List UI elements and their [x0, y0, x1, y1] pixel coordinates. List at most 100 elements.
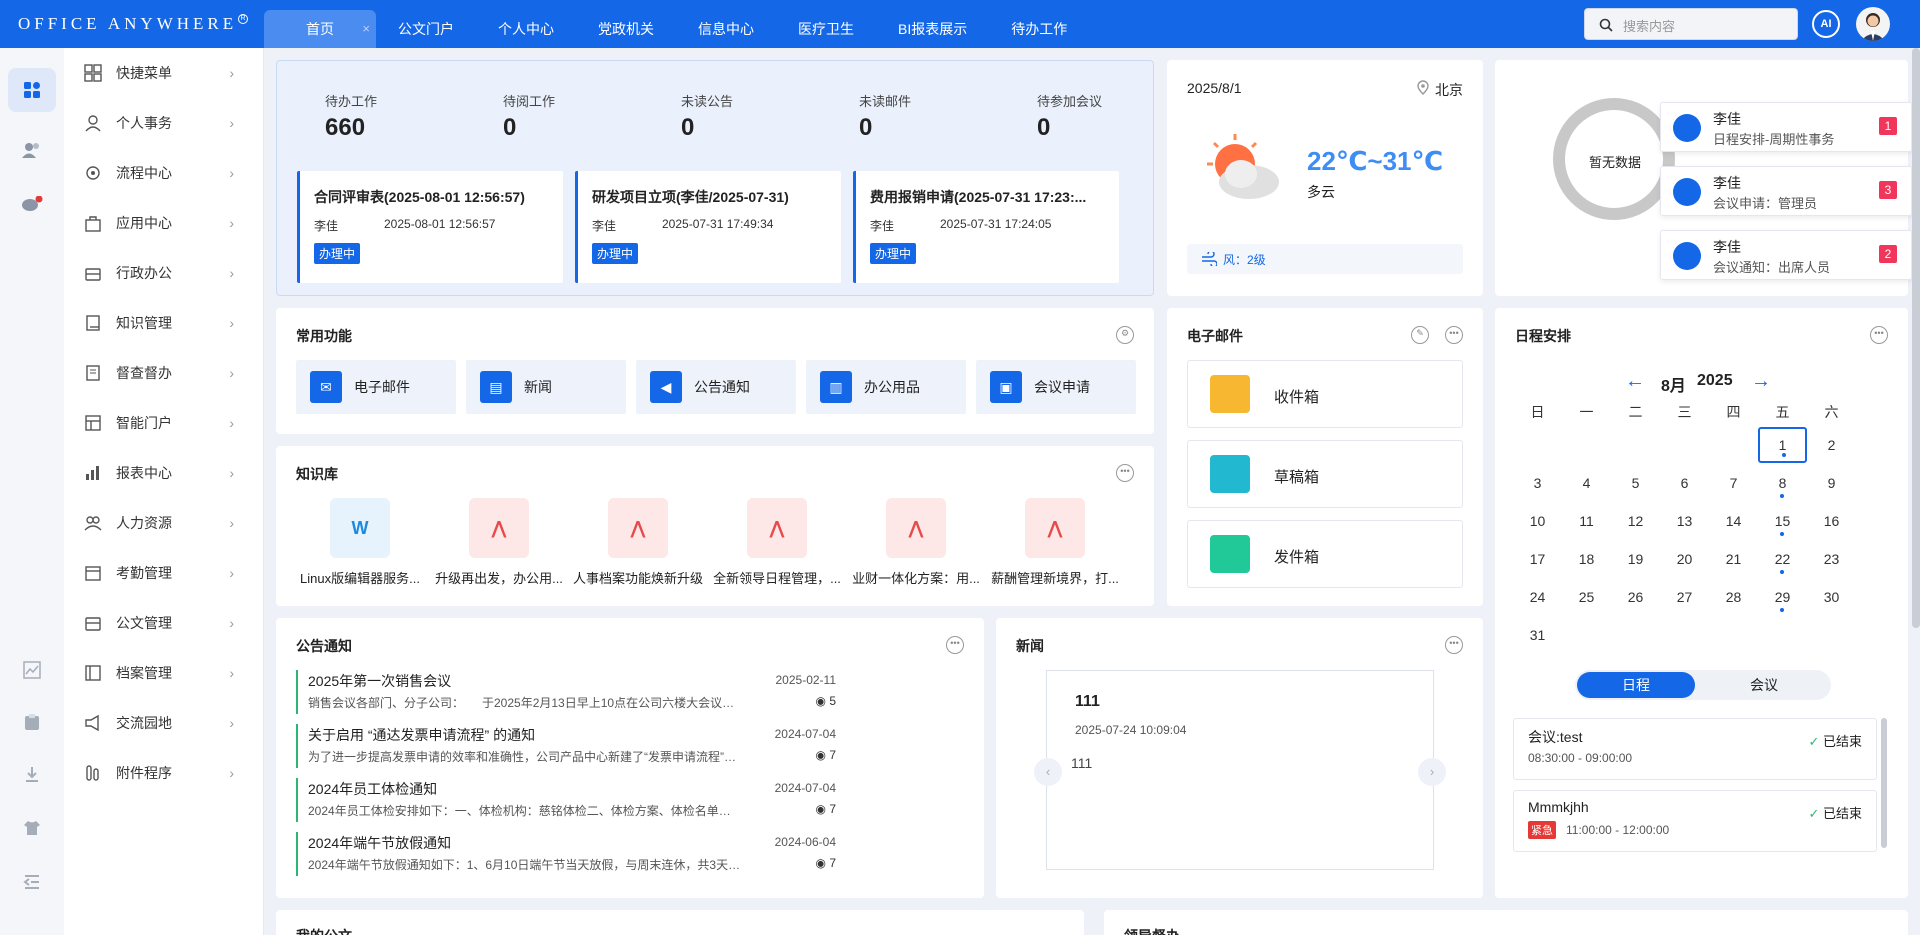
more-icon[interactable]: •••	[1870, 326, 1888, 344]
search-input[interactable]: 搜索内容	[1584, 8, 1798, 40]
calendar-day[interactable]: 19	[1611, 540, 1660, 578]
func-supplies[interactable]: ▥ 办公用品	[806, 360, 966, 414]
func-news[interactable]: ▤ 新闻	[466, 360, 626, 414]
tab-close-icon[interactable]: ×	[362, 10, 370, 48]
calendar-day[interactable]: 11	[1562, 502, 1611, 540]
menu-admin-office[interactable]: 行政办公 ›	[64, 248, 264, 298]
calendar-day[interactable]: 26	[1611, 578, 1660, 616]
carousel-next-icon[interactable]: ›	[1418, 758, 1446, 786]
calendar-day[interactable]: 10	[1513, 502, 1562, 540]
rail-collapse-icon[interactable]	[8, 860, 56, 904]
tab-schedule[interactable]: 日程	[1577, 672, 1695, 698]
doc-item[interactable]: ⋀ 薪酬管理新境界，打...	[987, 498, 1123, 587]
menu-attendance[interactable]: 考勤管理 ›	[64, 548, 264, 598]
calendar-day[interactable]: 12	[1611, 502, 1660, 540]
rail-chat-icon[interactable]	[8, 184, 56, 228]
mailbox-sent[interactable]: 发件箱	[1187, 520, 1463, 588]
notice-item[interactable]: 2025年第一次销售会议 销售会议各部门、分子公司： 于2025年2月13日早上1…	[296, 670, 836, 714]
func-notice[interactable]: ◀ 公告通知	[636, 360, 796, 414]
calendar-day[interactable]: 22	[1758, 540, 1807, 578]
calendar-day[interactable]: 9	[1807, 464, 1856, 502]
menu-reports[interactable]: 报表中心 ›	[64, 448, 264, 498]
calendar-day[interactable]: 21	[1709, 540, 1758, 578]
calendar-day[interactable]: 4	[1562, 464, 1611, 502]
menu-community[interactable]: 交流园地 ›	[64, 698, 264, 748]
settings-icon[interactable]: ⚙	[1116, 326, 1134, 344]
user-avatar[interactable]	[1856, 7, 1890, 41]
more-icon[interactable]: •••	[946, 636, 964, 654]
calendar-day[interactable]: 3	[1513, 464, 1562, 502]
notification-toast[interactable]: 李佳 日程安排-周期性事务 1	[1660, 102, 1912, 152]
more-icon[interactable]: •••	[1445, 636, 1463, 654]
calendar-day[interactable]: 16	[1807, 502, 1856, 540]
tab-home[interactable]: 首页 ×	[264, 10, 376, 48]
news-carousel[interactable]: 111 2025-07-24 10:09:04 111	[1046, 670, 1434, 870]
schedule-item[interactable]: 会议:test 08:30:00 - 09:00:00 ✓ 已结束	[1513, 718, 1877, 780]
menu-hr[interactable]: 人力资源 ›	[64, 498, 264, 548]
rail-apps-icon[interactable]	[8, 68, 56, 112]
notice-item[interactable]: 关于启用 “通达发票申请流程” 的通知 为了进一步提高发票申请的效率和准确性，公司…	[296, 724, 836, 768]
notice-item[interactable]: 2024年员工体检通知 2024年员工体检安排如下：一、体检机构：慈铭体检二、体检…	[296, 778, 836, 822]
tab-party-government[interactable]: 党政机关	[576, 10, 676, 48]
schedule-scrollbar[interactable]	[1881, 718, 1887, 848]
tab-medical[interactable]: 医疗卫生	[776, 10, 876, 48]
calendar-day[interactable]: 23	[1807, 540, 1856, 578]
calendar-day[interactable]: 7	[1709, 464, 1758, 502]
menu-knowledge[interactable]: 知识管理 ›	[64, 298, 264, 348]
calendar-day[interactable]: 15	[1758, 502, 1807, 540]
calendar-day[interactable]: 25	[1562, 578, 1611, 616]
notification-toast[interactable]: 李佳 会议申请：管理员 3	[1660, 166, 1912, 216]
todo-card[interactable]: 研发项目立项(李佳/2025-07-31) 李佳 2025-07-31 17:49:…	[575, 171, 841, 283]
edit-icon[interactable]: ✎	[1411, 326, 1429, 344]
tab-pending-work[interactable]: 待办工作	[989, 10, 1089, 48]
ai-assistant-icon[interactable]: AI	[1812, 10, 1840, 38]
calendar-day[interactable]: 8	[1758, 464, 1807, 502]
notification-toast[interactable]: 李佳 会议通知：出席人员 2	[1660, 230, 1912, 280]
doc-item[interactable]: ⋀ 业财一体化方案：用...	[848, 498, 984, 587]
tab-personal-center[interactable]: 个人中心	[476, 10, 576, 48]
menu-quick[interactable]: 快捷菜单 ›	[64, 48, 264, 98]
next-month-arrow-icon[interactable]: →	[1751, 370, 1771, 393]
todo-card[interactable]: 费用报销申请(2025-07-31 17:23:... 李佳 2025-07-31 …	[853, 171, 1119, 283]
doc-item[interactable]: ⋀ 人事档案功能焕新升级	[570, 498, 706, 587]
mailbox-drafts[interactable]: 草稿箱	[1187, 440, 1463, 508]
stat-pending-read[interactable]: 待阅工作 0	[503, 91, 555, 142]
todo-card[interactable]: 合同评审表(2025-08-01 12:56:57) 李佳 2025-08-01 1…	[297, 171, 563, 283]
doc-item[interactable]: ⋀ 升级再出发，办公用...	[431, 498, 567, 587]
calendar-day[interactable]: 30	[1807, 578, 1856, 616]
calendar-day[interactable]: 2	[1807, 426, 1856, 464]
calendar-day[interactable]: 28	[1709, 578, 1758, 616]
calendar-day[interactable]: 29	[1758, 578, 1807, 616]
menu-archives[interactable]: 档案管理 ›	[64, 648, 264, 698]
calendar-day[interactable]: 24	[1513, 578, 1562, 616]
menu-smart-portal[interactable]: 智能门户 ›	[64, 398, 264, 448]
tab-document-portal[interactable]: 公文门户	[376, 10, 476, 48]
calendar-day[interactable]: 14	[1709, 502, 1758, 540]
menu-official-docs[interactable]: 公文管理 ›	[64, 598, 264, 648]
func-meeting[interactable]: ▣ 会议申请	[976, 360, 1136, 414]
tab-meeting[interactable]: 会议	[1705, 672, 1823, 698]
calendar-day[interactable]: 1	[1758, 427, 1807, 463]
mailbox-inbox[interactable]: 收件箱	[1187, 360, 1463, 428]
menu-apps[interactable]: 应用中心 ›	[64, 198, 264, 248]
notice-item[interactable]: 2024年端午节放假通知 2024年端午节放假通知如下：1、6月10日端午节当天放…	[296, 832, 836, 876]
more-icon[interactable]: •••	[1445, 326, 1463, 344]
calendar-day[interactable]: 6	[1660, 464, 1709, 502]
tab-bi-reports[interactable]: BI报表展示	[876, 10, 989, 48]
stat-unread-notices[interactable]: 未读公告 0	[681, 91, 733, 142]
doc-item[interactable]: W Linux版编辑器服务...	[292, 498, 428, 587]
menu-attachments[interactable]: 附件程序 ›	[64, 748, 264, 798]
calendar-day[interactable]: 17	[1513, 540, 1562, 578]
calendar-day[interactable]: 31	[1513, 616, 1562, 654]
carousel-prev-icon[interactable]: ‹	[1034, 758, 1062, 786]
rail-clipboard-icon[interactable]	[8, 700, 56, 744]
stat-unread-mail[interactable]: 未读邮件 0	[859, 91, 911, 142]
calendar-day[interactable]: 13	[1660, 502, 1709, 540]
rail-skin-icon[interactable]	[8, 806, 56, 850]
calendar-day[interactable]: 5	[1611, 464, 1660, 502]
prev-month-arrow-icon[interactable]: ←	[1625, 370, 1645, 393]
more-icon[interactable]: •••	[1116, 464, 1134, 482]
menu-personal[interactable]: 个人事务 ›	[64, 98, 264, 148]
doc-item[interactable]: ⋀ 全新领导日程管理，...	[709, 498, 845, 587]
rail-chart-icon[interactable]	[8, 648, 56, 692]
